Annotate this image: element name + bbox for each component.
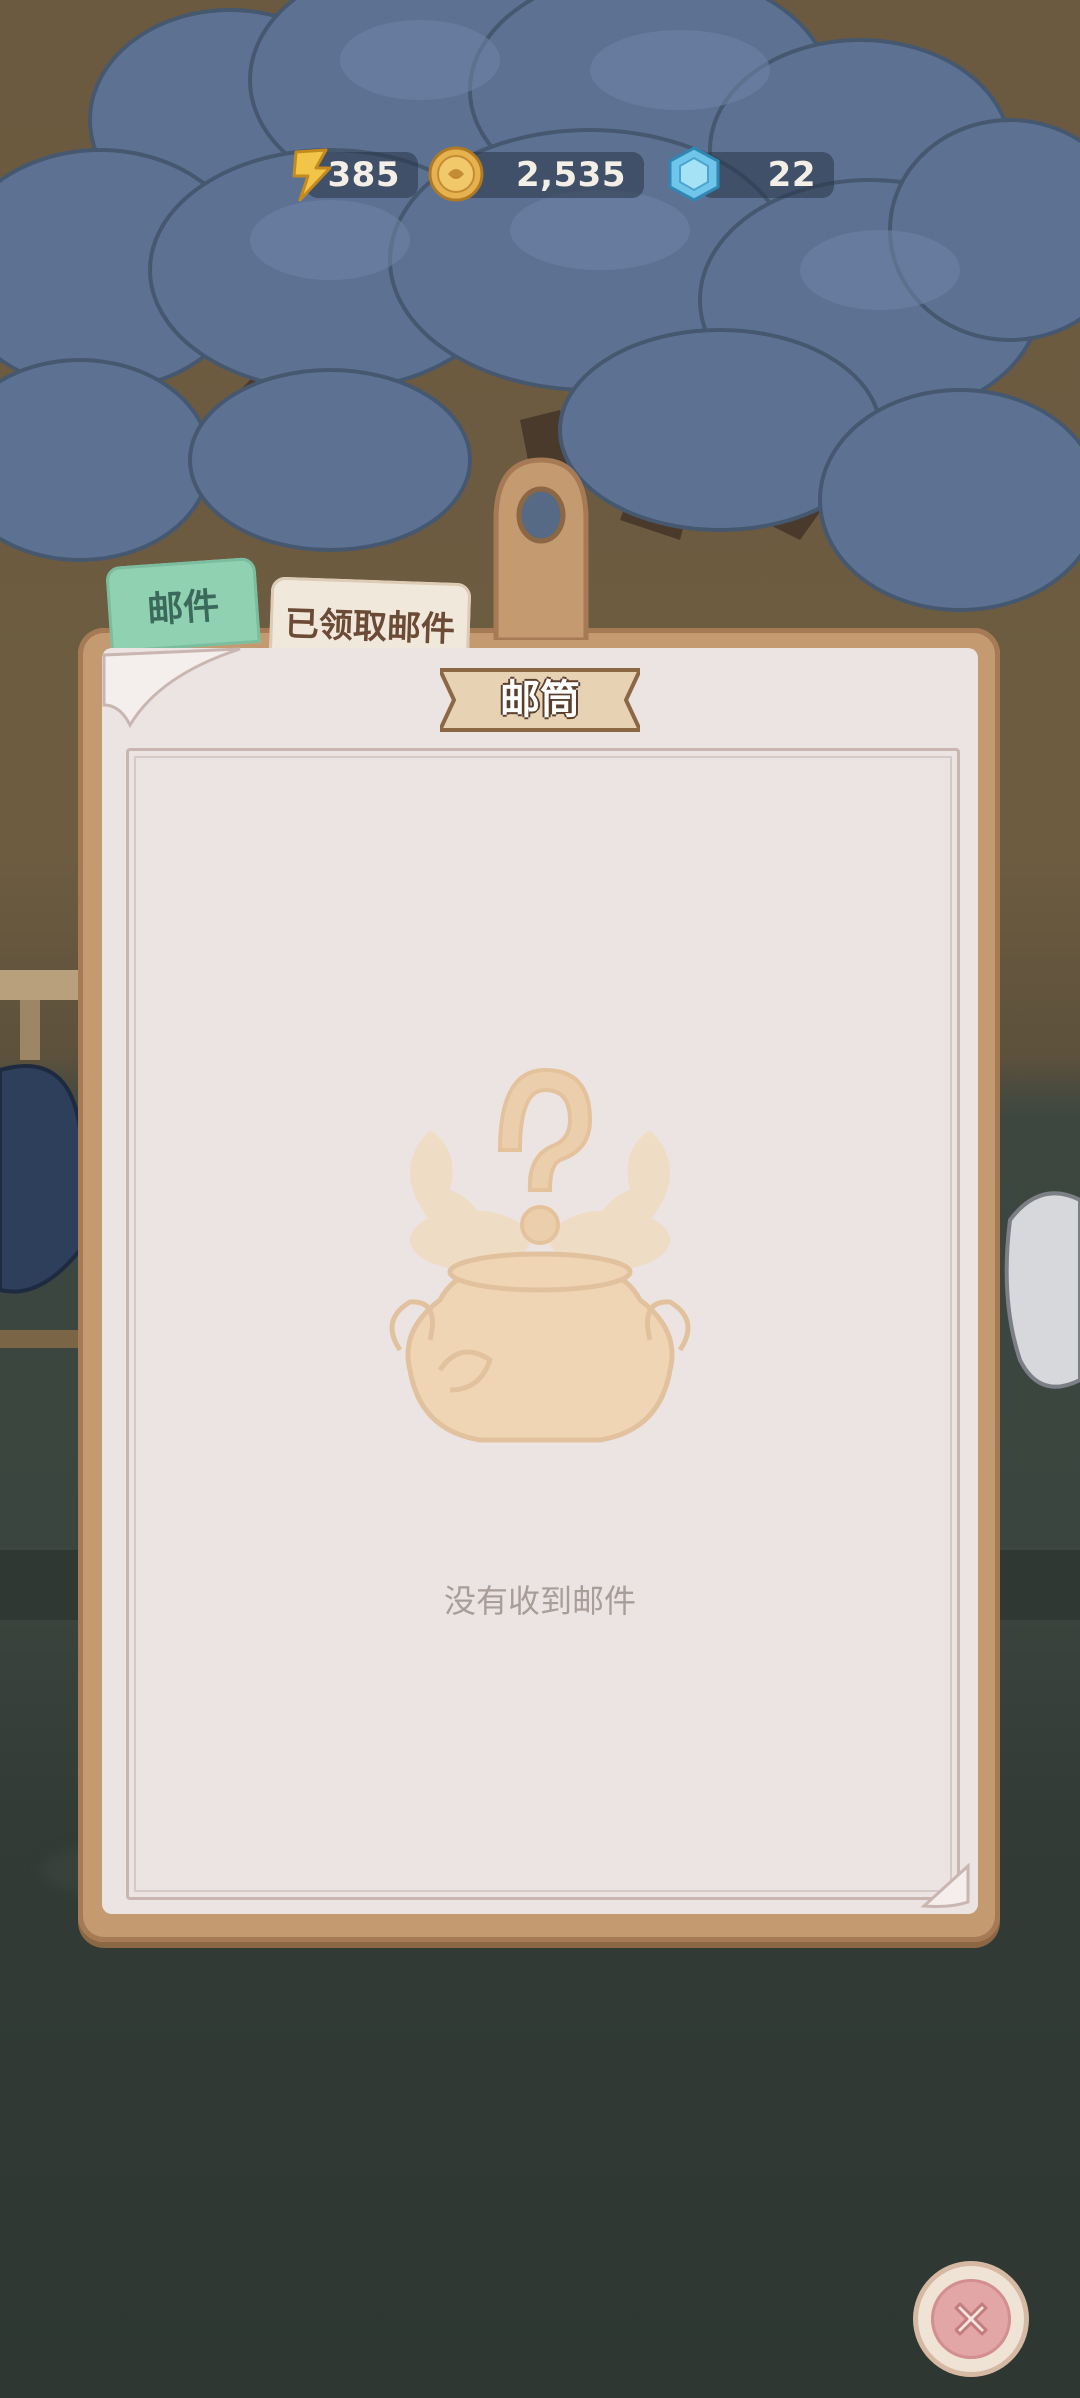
tab-claimed-label: 已领取邮件 bbox=[284, 603, 456, 650]
empty-mail-message: 没有收到邮件 bbox=[443, 1582, 636, 1620]
tab-mail-label: 邮件 bbox=[145, 585, 221, 632]
ghost-creature-right bbox=[1004, 1191, 1080, 1389]
close-button-face bbox=[931, 2279, 1011, 2359]
close-button[interactable] bbox=[918, 2266, 1024, 2372]
close-icon bbox=[954, 2302, 988, 2336]
cauldron-prop-left bbox=[0, 970, 90, 1348]
board-handle bbox=[493, 457, 589, 640]
coin-value: 2,535 bbox=[515, 155, 626, 195]
tab-mail[interactable]: 邮件 bbox=[105, 556, 261, 654]
gem-value: 22 bbox=[767, 155, 816, 195]
panel-title: 邮筒 bbox=[500, 677, 580, 723]
coin-icon bbox=[428, 146, 484, 202]
empty-pot-question-illustration bbox=[389, 1067, 691, 1443]
panel-title-banner: 邮筒 bbox=[440, 662, 640, 738]
paper-corner-fold bbox=[920, 1862, 970, 1908]
gem-icon bbox=[668, 146, 720, 202]
lightning-icon bbox=[292, 148, 332, 202]
paper-curl-top-left bbox=[102, 647, 241, 729]
